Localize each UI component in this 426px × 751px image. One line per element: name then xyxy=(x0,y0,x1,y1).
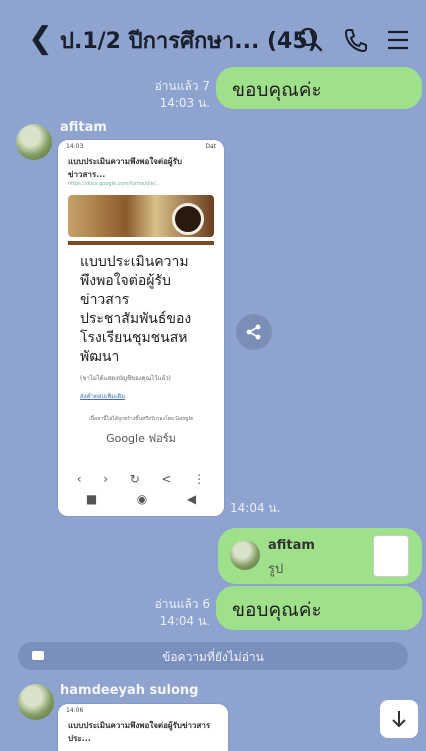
reply-card[interactable]: afitam รูป xyxy=(218,528,422,584)
message-meta: อ่านแล้ว 7 14:03 น. xyxy=(120,78,210,112)
reload-icon: ↻ xyxy=(129,472,140,486)
message-text: ขอบคุณค่ะ xyxy=(232,79,322,101)
coffee-cup-image xyxy=(172,203,204,235)
reply-sender: afitam xyxy=(268,538,315,553)
arrow-down-icon xyxy=(392,711,406,728)
message-bubble-outgoing[interactable]: ขอบคุณค่ะ xyxy=(216,586,422,630)
page-title: แบบประเมินความพึงพอใจต่อผู้รับข่าวสาร... xyxy=(68,157,182,179)
recent-apps-icon: ■ xyxy=(85,492,98,506)
form-link: ส่งคำตอบเพิ่มเติม xyxy=(80,393,126,400)
unread-label: ข้อความที่ยังไม่อ่าน xyxy=(162,650,264,664)
phone-icon[interactable] xyxy=(342,26,370,54)
form-footer: เนื้อหานี้ไม่ได้ถูกสร้างขึ้นหรือรับรองโด… xyxy=(88,416,194,422)
more-icon: ⋮ xyxy=(193,472,206,486)
message-time: 14:03 น. xyxy=(159,96,210,110)
share-icon: < xyxy=(161,472,172,486)
menu-icon[interactable] xyxy=(384,26,412,54)
avatar[interactable] xyxy=(16,124,52,160)
forward-arrow-icon: › xyxy=(103,472,109,486)
page-url: https://docs.google.com/forms/d/e/... xyxy=(68,181,161,187)
image-message[interactable]: 14:06 แบบประเมินความพึงพอใจต่อผู้รับข่าว… xyxy=(58,704,228,751)
share-icon xyxy=(246,324,261,340)
search-icon[interactable] xyxy=(297,26,325,54)
avatar[interactable] xyxy=(18,684,54,720)
sender-name: afitam xyxy=(60,120,107,135)
scroll-down-button[interactable] xyxy=(380,700,418,738)
image-thumbnail xyxy=(374,536,408,576)
avatar xyxy=(230,540,260,570)
message-time: 14:04 น. xyxy=(159,614,210,628)
phone-status-bar: 14:03 Dat xyxy=(58,140,224,153)
back-arrow-icon: ‹ xyxy=(76,472,82,486)
message-meta: อ่านแล้ว 6 14:04 น. xyxy=(120,596,210,630)
sender-name: hamdeeyah sulong xyxy=(60,683,199,698)
reply-subtitle: รูป xyxy=(268,562,284,577)
form-title: แบบประเมินความพึงพอใจต่อผู้รับข่าวสาร ปร… xyxy=(68,241,214,367)
unread-divider: ข้อความที่ยังไม่อ่าน xyxy=(18,642,408,670)
status-time: 14:03 xyxy=(66,143,84,150)
read-receipt: อ่านแล้ว 7 xyxy=(154,79,210,93)
chat-title[interactable]: ป.1/2 ปีการศึกษา... (45) xyxy=(60,23,318,58)
status-right: Dat xyxy=(205,143,216,150)
status-time: 14:06 xyxy=(66,707,84,714)
message-bubble-outgoing[interactable]: ขอบคุณค่ะ xyxy=(216,67,422,109)
chevron-left-icon[interactable]: ❮ xyxy=(28,24,53,54)
home-icon: ◉ xyxy=(136,492,148,506)
form-note: (ขาไม่ได้แสดงบัญชีของคุณไว้แล้ว) xyxy=(80,375,171,382)
read-receipt: อ่านแล้ว 6 xyxy=(154,597,210,611)
phone-status-bar: 14:06 xyxy=(58,704,228,717)
form-banner-image xyxy=(68,195,214,237)
nav-back-icon: ◀ xyxy=(186,492,197,506)
message-text: ขอบคุณค่ะ xyxy=(232,599,322,621)
page-title: แบบประเมินความพึงพอใจต่อผู้รับข่าวสารประ… xyxy=(68,721,211,743)
image-message[interactable]: 14:03 Dat แบบประเมินความพึงพอใจต่อผู้รับ… xyxy=(58,140,224,516)
google-forms-brand: Google ฟอร์ม xyxy=(106,432,176,445)
browser-nav-bar: ‹ › ↻ < ⋮ ■ ◉ ◀ xyxy=(58,468,224,516)
share-button[interactable] xyxy=(236,314,272,350)
message-time: 14:04 น. xyxy=(230,501,281,515)
